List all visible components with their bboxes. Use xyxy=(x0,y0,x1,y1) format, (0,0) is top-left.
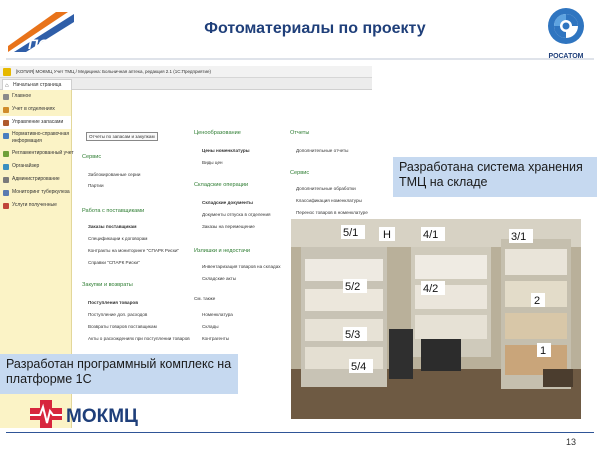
footer-divider xyxy=(6,432,594,433)
app-icon xyxy=(3,68,11,76)
menu-icon xyxy=(3,94,9,100)
sidebar-item-departments[interactable]: Учет в отделениях xyxy=(0,103,71,116)
tab-home-label: Начальная страница xyxy=(13,82,62,88)
shelf-label: 2 xyxy=(534,295,540,307)
link-item[interactable]: Спецификации к договорам xyxy=(88,236,147,241)
section-heading: См. также xyxy=(194,296,216,301)
section-heading: Сервис xyxy=(290,170,310,176)
sidebar-item-regulated[interactable]: Регламентированный учет xyxy=(0,147,74,160)
sidebar-item-label: Нормативно-справочная информация xyxy=(12,131,70,144)
sidebar-item-main[interactable]: Главное xyxy=(0,90,71,103)
regulated-icon xyxy=(3,151,9,157)
link-item[interactable]: Инвентаризация товаров на складах xyxy=(202,264,281,269)
link-item[interactable]: Цены номенклатуры xyxy=(202,148,250,153)
link-item[interactable]: Номенклатура xyxy=(202,312,233,317)
section-heading: Отчеты xyxy=(290,130,310,136)
link-item[interactable]: Поступления товаров xyxy=(88,300,138,305)
link-item[interactable]: Виды цен xyxy=(202,160,223,165)
link-item[interactable]: Заказы поставщикам xyxy=(88,224,136,229)
sidebar-item-label: Регламентированный учет xyxy=(12,150,74,156)
sidebar-item-label: Мониторинг туберкулеза xyxy=(12,189,70,195)
mokmc-text: МОКМЦ xyxy=(66,406,138,427)
warehouse-photo: 5/1 Н 4/1 3/1 5/2 4/2 2 5/3 5/4 1 xyxy=(291,219,581,419)
section-heading: Складские операции xyxy=(194,182,249,188)
shelf-label: 3/1 xyxy=(511,231,526,243)
link-item[interactable]: Документы отпуска в отделения xyxy=(202,212,271,217)
section-heading: Работа с поставщиками xyxy=(82,208,145,214)
shelf-label: 1 xyxy=(540,345,546,357)
reference-icon xyxy=(3,133,9,139)
services-icon xyxy=(3,203,9,209)
sidebar-item-label: Органайзер xyxy=(12,163,40,169)
sidebar-item-organizer[interactable]: Органайзер xyxy=(0,160,71,173)
sidebar-item-tb-monitoring[interactable]: Мониторинг туберкулеза xyxy=(0,186,71,199)
link-item[interactable]: Партии xyxy=(88,183,104,188)
link-item[interactable]: Возвраты товаров поставщикам xyxy=(88,324,157,329)
rosatom-logo: РОСАТОМ xyxy=(540,6,592,62)
callout-software-complex: Разработан программный комплекс на платф… xyxy=(0,354,238,394)
mokmc-emblem-icon: МОКМЦ xyxy=(30,400,138,428)
shelf-label: 4/2 xyxy=(423,283,438,295)
shelf-label: 5/3 xyxy=(345,329,360,341)
link-item[interactable]: Справки "СПАРК Риски" xyxy=(88,260,140,265)
inventory-icon xyxy=(3,120,9,126)
sidebar-item-label: Управление запасами xyxy=(12,119,64,125)
link-item[interactable]: Контракты на мониторинге "СПАРК Риски" xyxy=(88,248,179,253)
link-item[interactable]: Акты о расхождениях при поступлении това… xyxy=(88,336,190,341)
link-item[interactable]: Складские акты xyxy=(202,276,236,281)
window-title: [КОПИЯ] МОКМЦ Учет ТМЦ / Медицина: Больн… xyxy=(16,69,211,74)
tab-home[interactable]: ⌂ Начальная страница xyxy=(2,79,72,90)
shelf-label: 5/2 xyxy=(345,281,360,293)
header-divider xyxy=(6,58,594,60)
monitoring-icon xyxy=(3,190,9,196)
organizer-icon xyxy=(3,164,9,170)
slide-title: Фотоматериалы по проекту xyxy=(204,20,426,37)
link-item[interactable]: Заказы на перемещение xyxy=(202,224,255,229)
psr-logo: ПСР xyxy=(6,8,76,54)
shelf-label: 4/1 xyxy=(423,229,438,241)
sidebar-item-label: Учет в отделениях xyxy=(12,106,55,112)
link-item[interactable]: Перенос товаров в номенклатуре xyxy=(296,210,368,215)
link-item[interactable]: Контрагенты xyxy=(202,336,229,341)
reports-button[interactable]: Отчеты по запасам и закупкам xyxy=(86,132,158,141)
shelf-label: 5/1 xyxy=(343,227,358,239)
page-number: 13 xyxy=(566,437,577,447)
window-titlebar: [КОПИЯ] МОКМЦ Учет ТМЦ / Медицина: Больн… xyxy=(0,66,372,78)
link-item[interactable]: Классификация номенклатуры xyxy=(296,198,362,203)
section-heading: Ценообразование xyxy=(194,130,241,136)
sidebar-item-admin[interactable]: Администрирование xyxy=(0,173,71,186)
section-heading: Излишки и недостачи xyxy=(194,248,250,254)
sidebar-item-inventory[interactable]: Управление запасами xyxy=(0,116,71,129)
link-item[interactable]: Дополнительные отчеты xyxy=(296,148,348,153)
sidebar-item-reference[interactable]: Нормативно-справочная информация xyxy=(0,129,71,147)
window-tabbar: ⌂ Начальная страница xyxy=(0,78,372,90)
sidebar-item-services[interactable]: Услуги полученные xyxy=(0,199,71,212)
shelf-label: 5/4 xyxy=(351,361,366,373)
mokmc-logo: МОКМЦ xyxy=(28,398,158,430)
link-item[interactable]: Склады xyxy=(202,324,219,329)
sidebar-item-label: Главное xyxy=(12,93,32,99)
section-heading: Сервис xyxy=(82,154,102,160)
section-heading: Закупки и возвраты xyxy=(82,282,133,288)
callout-storage-system: Разработана система хранения ТМЦ на скла… xyxy=(393,157,597,197)
gear-icon xyxy=(3,177,9,183)
sidebar-item-label: Администрирование xyxy=(12,176,60,182)
link-item[interactable]: Поступление доп. расходов xyxy=(88,312,147,317)
psr-logo-text: ПСР xyxy=(28,36,58,52)
shelf-label: Н xyxy=(383,229,391,241)
rosatom-emblem-icon xyxy=(548,8,584,44)
link-item[interactable]: Заблокированные серии xyxy=(88,172,140,177)
link-item[interactable]: Складские документы xyxy=(202,200,253,205)
sidebar-item-label: Услуги полученные xyxy=(12,202,57,208)
link-item[interactable]: Дополнительные обработки xyxy=(296,186,356,191)
slide: ПСР Фотоматериалы по проекту РОСАТОМ [КО… xyxy=(0,0,600,454)
departments-icon xyxy=(3,107,9,113)
